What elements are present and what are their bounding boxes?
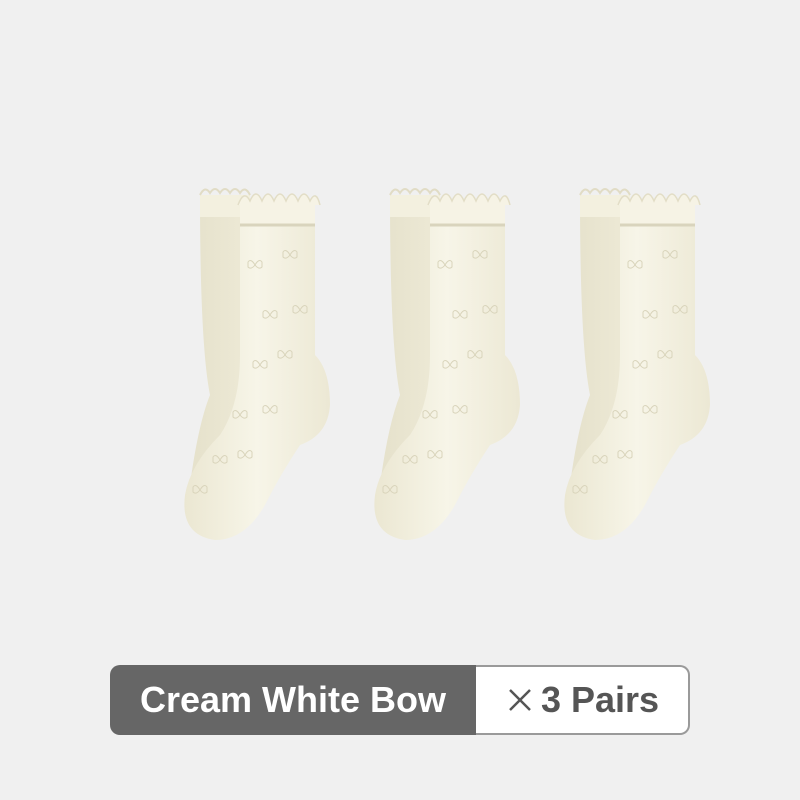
quantity-text: 3 Pairs xyxy=(540,679,660,720)
multiply-icon xyxy=(505,685,535,715)
variant-label-pill: Cream White Bow 3 Pairs xyxy=(110,665,690,735)
sock-pair-1 xyxy=(184,189,330,540)
sock-pair-2 xyxy=(374,189,520,540)
variant-name: Cream White Bow xyxy=(110,665,476,735)
product-image: Cream White Bow 3 Pairs xyxy=(0,0,800,800)
quantity-badge: 3 Pairs xyxy=(476,665,690,735)
sock-pair-3 xyxy=(564,189,710,540)
